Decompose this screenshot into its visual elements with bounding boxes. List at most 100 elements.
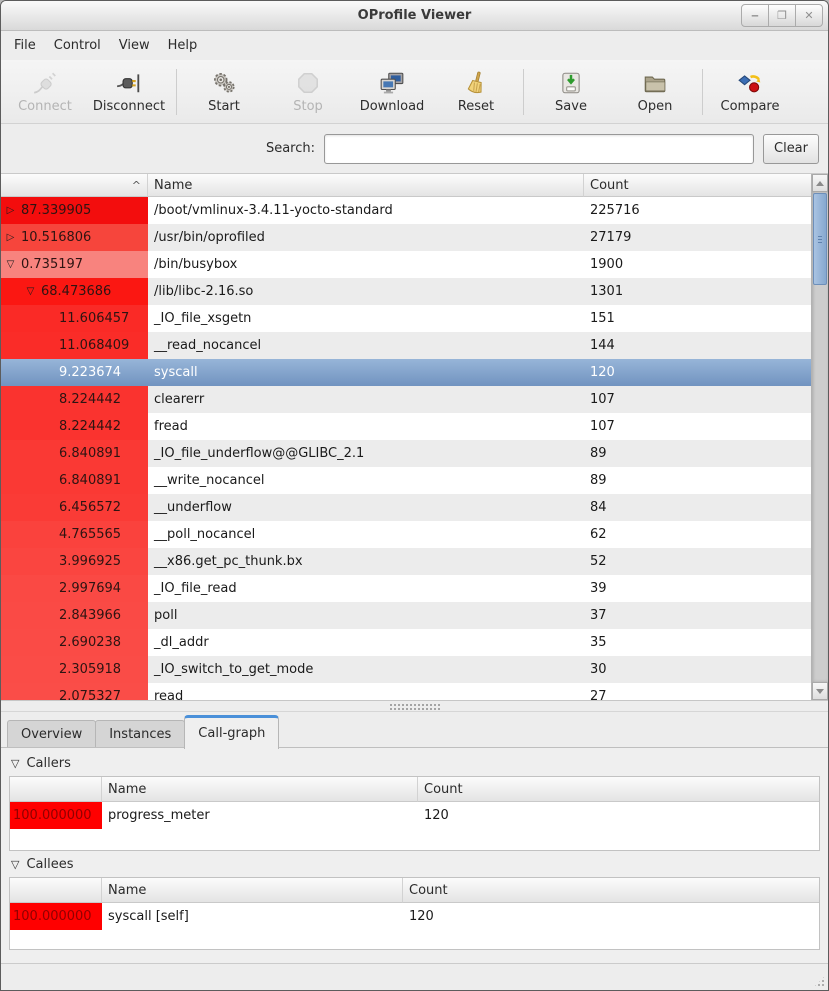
table-row[interactable]: ▷ 10.516806 /usr/bin/oprofiled 27179 bbox=[1, 224, 811, 251]
titlebar[interactable]: OProfile Viewer ‒ ❐ ✕ bbox=[1, 1, 828, 31]
table-row[interactable]: ▽ 68.473686 /lib/libc-2.16.so 1301 bbox=[1, 278, 811, 305]
tab-call-graph[interactable]: Call-graph bbox=[184, 715, 279, 749]
start-button[interactable]: Start bbox=[182, 64, 266, 120]
callees-column-count[interactable]: Count bbox=[403, 878, 819, 903]
sample-count: 225716 bbox=[584, 197, 811, 224]
sample-count: 35 bbox=[584, 629, 811, 656]
sample-count: 151 bbox=[584, 305, 811, 332]
callers-body: 100.000000 progress_meter 120 bbox=[10, 802, 819, 829]
bottom-tabbar: Overview Instances Call-graph bbox=[1, 712, 828, 748]
percent-value: 2.997694 bbox=[59, 581, 121, 596]
expander-icon[interactable]: ▽ bbox=[4, 259, 17, 270]
status-bar bbox=[1, 963, 828, 990]
table-row[interactable]: 9.223674 syscall 120 bbox=[1, 359, 811, 386]
disconnect-button[interactable]: Disconnect bbox=[87, 64, 171, 120]
sample-count: 37 bbox=[584, 602, 811, 629]
percent-cell: 3.996925 bbox=[1, 548, 148, 575]
table-row[interactable]: 11.606457 _IO_file_xsgetn 151 bbox=[1, 305, 811, 332]
column-header-percent[interactable]: ^ bbox=[1, 174, 148, 197]
percent-cell: 2.843966 bbox=[1, 602, 148, 629]
column-header-name[interactable]: Name bbox=[148, 174, 584, 197]
table-row[interactable]: 6.456572 __underflow 84 bbox=[1, 494, 811, 521]
callers-column-count[interactable]: Count bbox=[418, 777, 819, 802]
search-input[interactable] bbox=[324, 134, 754, 164]
callers-title: Callers bbox=[26, 756, 70, 771]
open-button[interactable]: Open bbox=[613, 64, 697, 120]
scroll-up-button[interactable] bbox=[812, 174, 828, 192]
column-header-count[interactable]: Count bbox=[584, 174, 811, 197]
menu-file[interactable]: File bbox=[5, 34, 45, 57]
callers-column-percent[interactable] bbox=[10, 777, 102, 802]
symbol-name: __underflow bbox=[148, 494, 584, 521]
percent-cell: 6.840891 bbox=[1, 440, 148, 467]
percent-value: 9.223674 bbox=[59, 365, 121, 380]
stop-icon bbox=[295, 70, 321, 96]
callees-expander[interactable]: ▽ Callees bbox=[9, 851, 820, 877]
table-row[interactable]: ▷ 87.339905 /boot/vmlinux-3.4.11-yocto-s… bbox=[1, 197, 811, 224]
callees-column-name[interactable]: Name bbox=[102, 878, 403, 903]
table-row[interactable]: 3.996925 __x86.get_pc_thunk.bx 52 bbox=[1, 548, 811, 575]
expander-icon[interactable]: ▷ bbox=[4, 205, 17, 216]
caller-row[interactable]: 100.000000 progress_meter 120 bbox=[10, 802, 819, 829]
percent-cell: ▽ 68.473686 bbox=[1, 278, 148, 305]
maximize-icon: ❐ bbox=[777, 9, 787, 22]
menubar: File Control View Help bbox=[1, 31, 828, 60]
pane-splitter[interactable] bbox=[1, 700, 828, 712]
menu-control[interactable]: Control bbox=[45, 34, 110, 57]
reset-icon bbox=[463, 70, 489, 96]
symbol-name: __read_nocancel bbox=[148, 332, 584, 359]
tab-instances[interactable]: Instances bbox=[95, 720, 185, 748]
table-row[interactable]: 11.068409 __read_nocancel 144 bbox=[1, 332, 811, 359]
minimize-button[interactable]: ‒ bbox=[741, 4, 769, 27]
table-row[interactable]: 2.843966 poll 37 bbox=[1, 602, 811, 629]
scrollbar-thumb[interactable] bbox=[813, 193, 827, 285]
expander-icon[interactable]: ▷ bbox=[4, 232, 17, 243]
expander-icon[interactable]: ▽ bbox=[24, 286, 37, 297]
table-row[interactable]: ▽ 0.735197 /bin/busybox 1900 bbox=[1, 251, 811, 278]
table-row[interactable]: 8.224442 clearerr 107 bbox=[1, 386, 811, 413]
callee-percent: 100.000000 bbox=[10, 903, 102, 930]
close-button[interactable]: ✕ bbox=[795, 4, 823, 27]
table-row[interactable]: 2.075327 read 27 bbox=[1, 683, 811, 700]
symbol-name: _IO_file_xsgetn bbox=[148, 305, 584, 332]
minimize-icon: ‒ bbox=[751, 9, 759, 22]
symbol-name: _IO_file_underflow@@GLIBC_2.1 bbox=[148, 440, 584, 467]
percent-value: 2.075327 bbox=[59, 689, 121, 700]
clear-button[interactable]: Clear bbox=[763, 134, 819, 164]
callers-header: Name Count bbox=[10, 777, 819, 802]
save-button[interactable]: Save bbox=[529, 64, 613, 120]
table-row[interactable]: 2.690238 _dl_addr 35 bbox=[1, 629, 811, 656]
table-row[interactable]: 6.840891 __write_nocancel 89 bbox=[1, 467, 811, 494]
scrollbar-track[interactable] bbox=[812, 192, 828, 682]
percent-value: 2.690238 bbox=[59, 635, 121, 650]
download-button[interactable]: Download bbox=[350, 64, 434, 120]
table-row[interactable]: 6.840891 _IO_file_underflow@@GLIBC_2.1 8… bbox=[1, 440, 811, 467]
symbol-name: _IO_file_read bbox=[148, 575, 584, 602]
scroll-down-button[interactable] bbox=[812, 682, 828, 700]
callers-column-name[interactable]: Name bbox=[102, 777, 418, 802]
table-header: ^ Name Count bbox=[1, 174, 811, 197]
table-row[interactable]: 2.997694 _IO_file_read 39 bbox=[1, 575, 811, 602]
vertical-scrollbar[interactable] bbox=[811, 174, 828, 700]
table-row[interactable]: 2.305918 _IO_switch_to_get_mode 30 bbox=[1, 656, 811, 683]
percent-value: 68.473686 bbox=[41, 284, 111, 299]
symbol-name: fread bbox=[148, 413, 584, 440]
menu-help[interactable]: Help bbox=[159, 34, 207, 57]
expander-expanded-icon: ▽ bbox=[11, 858, 19, 871]
stop-button[interactable]: Stop bbox=[266, 64, 350, 120]
callers-expander[interactable]: ▽ Callers bbox=[9, 750, 820, 776]
table-row[interactable]: 8.224442 fread 107 bbox=[1, 413, 811, 440]
reset-button[interactable]: Reset bbox=[434, 64, 518, 120]
resize-grip-icon[interactable] bbox=[813, 975, 826, 988]
menu-view[interactable]: View bbox=[110, 34, 159, 57]
tab-overview[interactable]: Overview bbox=[7, 720, 96, 748]
callee-row[interactable]: 100.000000 syscall [self] 120 bbox=[10, 903, 819, 930]
percent-cell: 4.765565 bbox=[1, 521, 148, 548]
callees-column-percent[interactable] bbox=[10, 878, 102, 903]
connect-button[interactable]: Connect bbox=[3, 64, 87, 120]
sample-count: 107 bbox=[584, 413, 811, 440]
table-row[interactable]: 4.765565 __poll_nocancel 62 bbox=[1, 521, 811, 548]
percent-value: 6.840891 bbox=[59, 446, 121, 461]
maximize-button[interactable]: ❐ bbox=[768, 4, 796, 27]
compare-button[interactable]: Compare bbox=[708, 64, 792, 120]
